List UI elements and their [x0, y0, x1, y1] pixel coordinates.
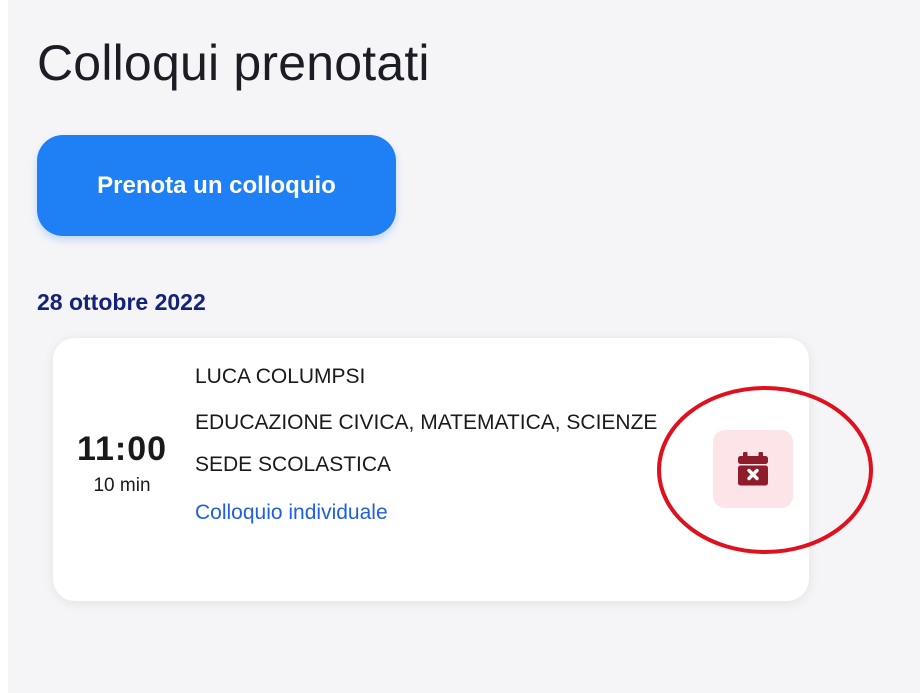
cancel-appointment-button[interactable] — [713, 430, 793, 508]
page-title: Colloqui prenotati — [37, 35, 430, 91]
appointment-time: 11:00 — [76, 430, 168, 468]
subjects-list: EDUCAZIONE CIVICA, MATEMATICA, SCIENZE — [195, 411, 658, 434]
date-heading: 28 ottobre 2022 — [37, 289, 206, 315]
calendar-x-icon — [738, 452, 768, 486]
appointment-details: LUCA COLUMPSI EDUCAZIONE CIVICA, MATEMAT… — [195, 364, 665, 526]
appointment-card: 11:00 10 min LUCA COLUMPSI EDUCAZIONE CI… — [53, 338, 809, 601]
time-block: 11:00 10 min — [67, 430, 177, 497]
teacher-name: LUCA COLUMPSI — [195, 365, 366, 388]
book-interview-button[interactable]: Prenota un colloquio — [37, 135, 396, 236]
appointment-duration: 10 min — [93, 475, 151, 496]
location: SEDE SCOLASTICA — [195, 453, 392, 476]
meeting-type-link[interactable]: Colloquio individuale — [195, 500, 665, 526]
